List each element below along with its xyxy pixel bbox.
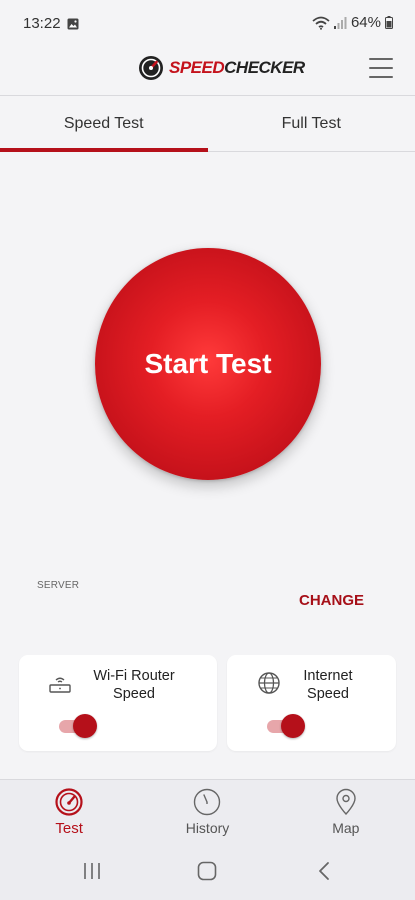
wifi-router-speed-label: Wi-Fi Router Speed <box>93 668 175 702</box>
status-icons: 64% <box>312 14 393 31</box>
recent-apps-icon[interactable] <box>82 861 102 881</box>
battery-icon <box>385 16 393 29</box>
logo-checker-text: CHECKER <box>224 58 305 77</box>
test-type-tabs: Speed Test Full Test <box>0 96 415 152</box>
tab-full-test[interactable]: Full Test <box>208 96 415 151</box>
speedometer-icon <box>55 788 83 816</box>
wifi-icon <box>312 16 330 30</box>
clock-icon <box>194 788 221 816</box>
tab-full-test-label: Full Test <box>281 114 341 132</box>
map-pin-icon <box>336 788 356 816</box>
status-time: 13:22 <box>23 15 61 32</box>
wifi-router-speed-toggle[interactable] <box>59 714 97 738</box>
battery-percentage: 64% <box>350 14 381 31</box>
start-test-button[interactable]: Start Test <box>95 248 321 480</box>
server-label: SERVER <box>37 580 80 591</box>
signal-icon <box>333 16 347 29</box>
speedchecker-logo: SPEEDCHECKER <box>138 55 305 81</box>
tab-speed-test-label: Speed Test <box>63 114 144 132</box>
nav-test-label: Test <box>55 820 83 837</box>
home-icon[interactable] <box>197 861 217 881</box>
logo-speed-text: SPEED <box>169 58 225 77</box>
status-bar: 13:22 64% <box>0 0 415 48</box>
internet-speed-toggle[interactable] <box>267 714 305 738</box>
tab-speed-test[interactable]: Speed Test <box>0 96 208 152</box>
app-header: SPEEDCHECKER <box>0 48 415 96</box>
nav-history[interactable]: History <box>138 780 276 845</box>
back-icon[interactable] <box>314 861 334 881</box>
start-test-label: Start Test <box>144 348 272 379</box>
router-icon <box>49 677 71 693</box>
gallery-notification-icon <box>67 18 79 30</box>
speedometer-logo-icon <box>139 56 163 80</box>
bottom-navigation: Test History Map <box>0 779 415 845</box>
hamburger-menu-icon[interactable] <box>369 58 393 78</box>
internet-speed-label: Internet Speed <box>303 668 353 702</box>
system-navigation-bar <box>0 845 415 900</box>
change-server-button[interactable]: CHANGE <box>299 592 364 609</box>
wifi-router-speed-card: Wi-Fi Router Speed <box>19 655 217 751</box>
nav-map-label: Map <box>332 820 360 836</box>
nav-history-label: History <box>185 820 230 836</box>
internet-speed-card: Internet Speed <box>227 655 396 751</box>
nav-map[interactable]: Map <box>277 780 415 845</box>
nav-test[interactable]: Test <box>0 780 138 845</box>
globe-icon <box>258 672 280 694</box>
